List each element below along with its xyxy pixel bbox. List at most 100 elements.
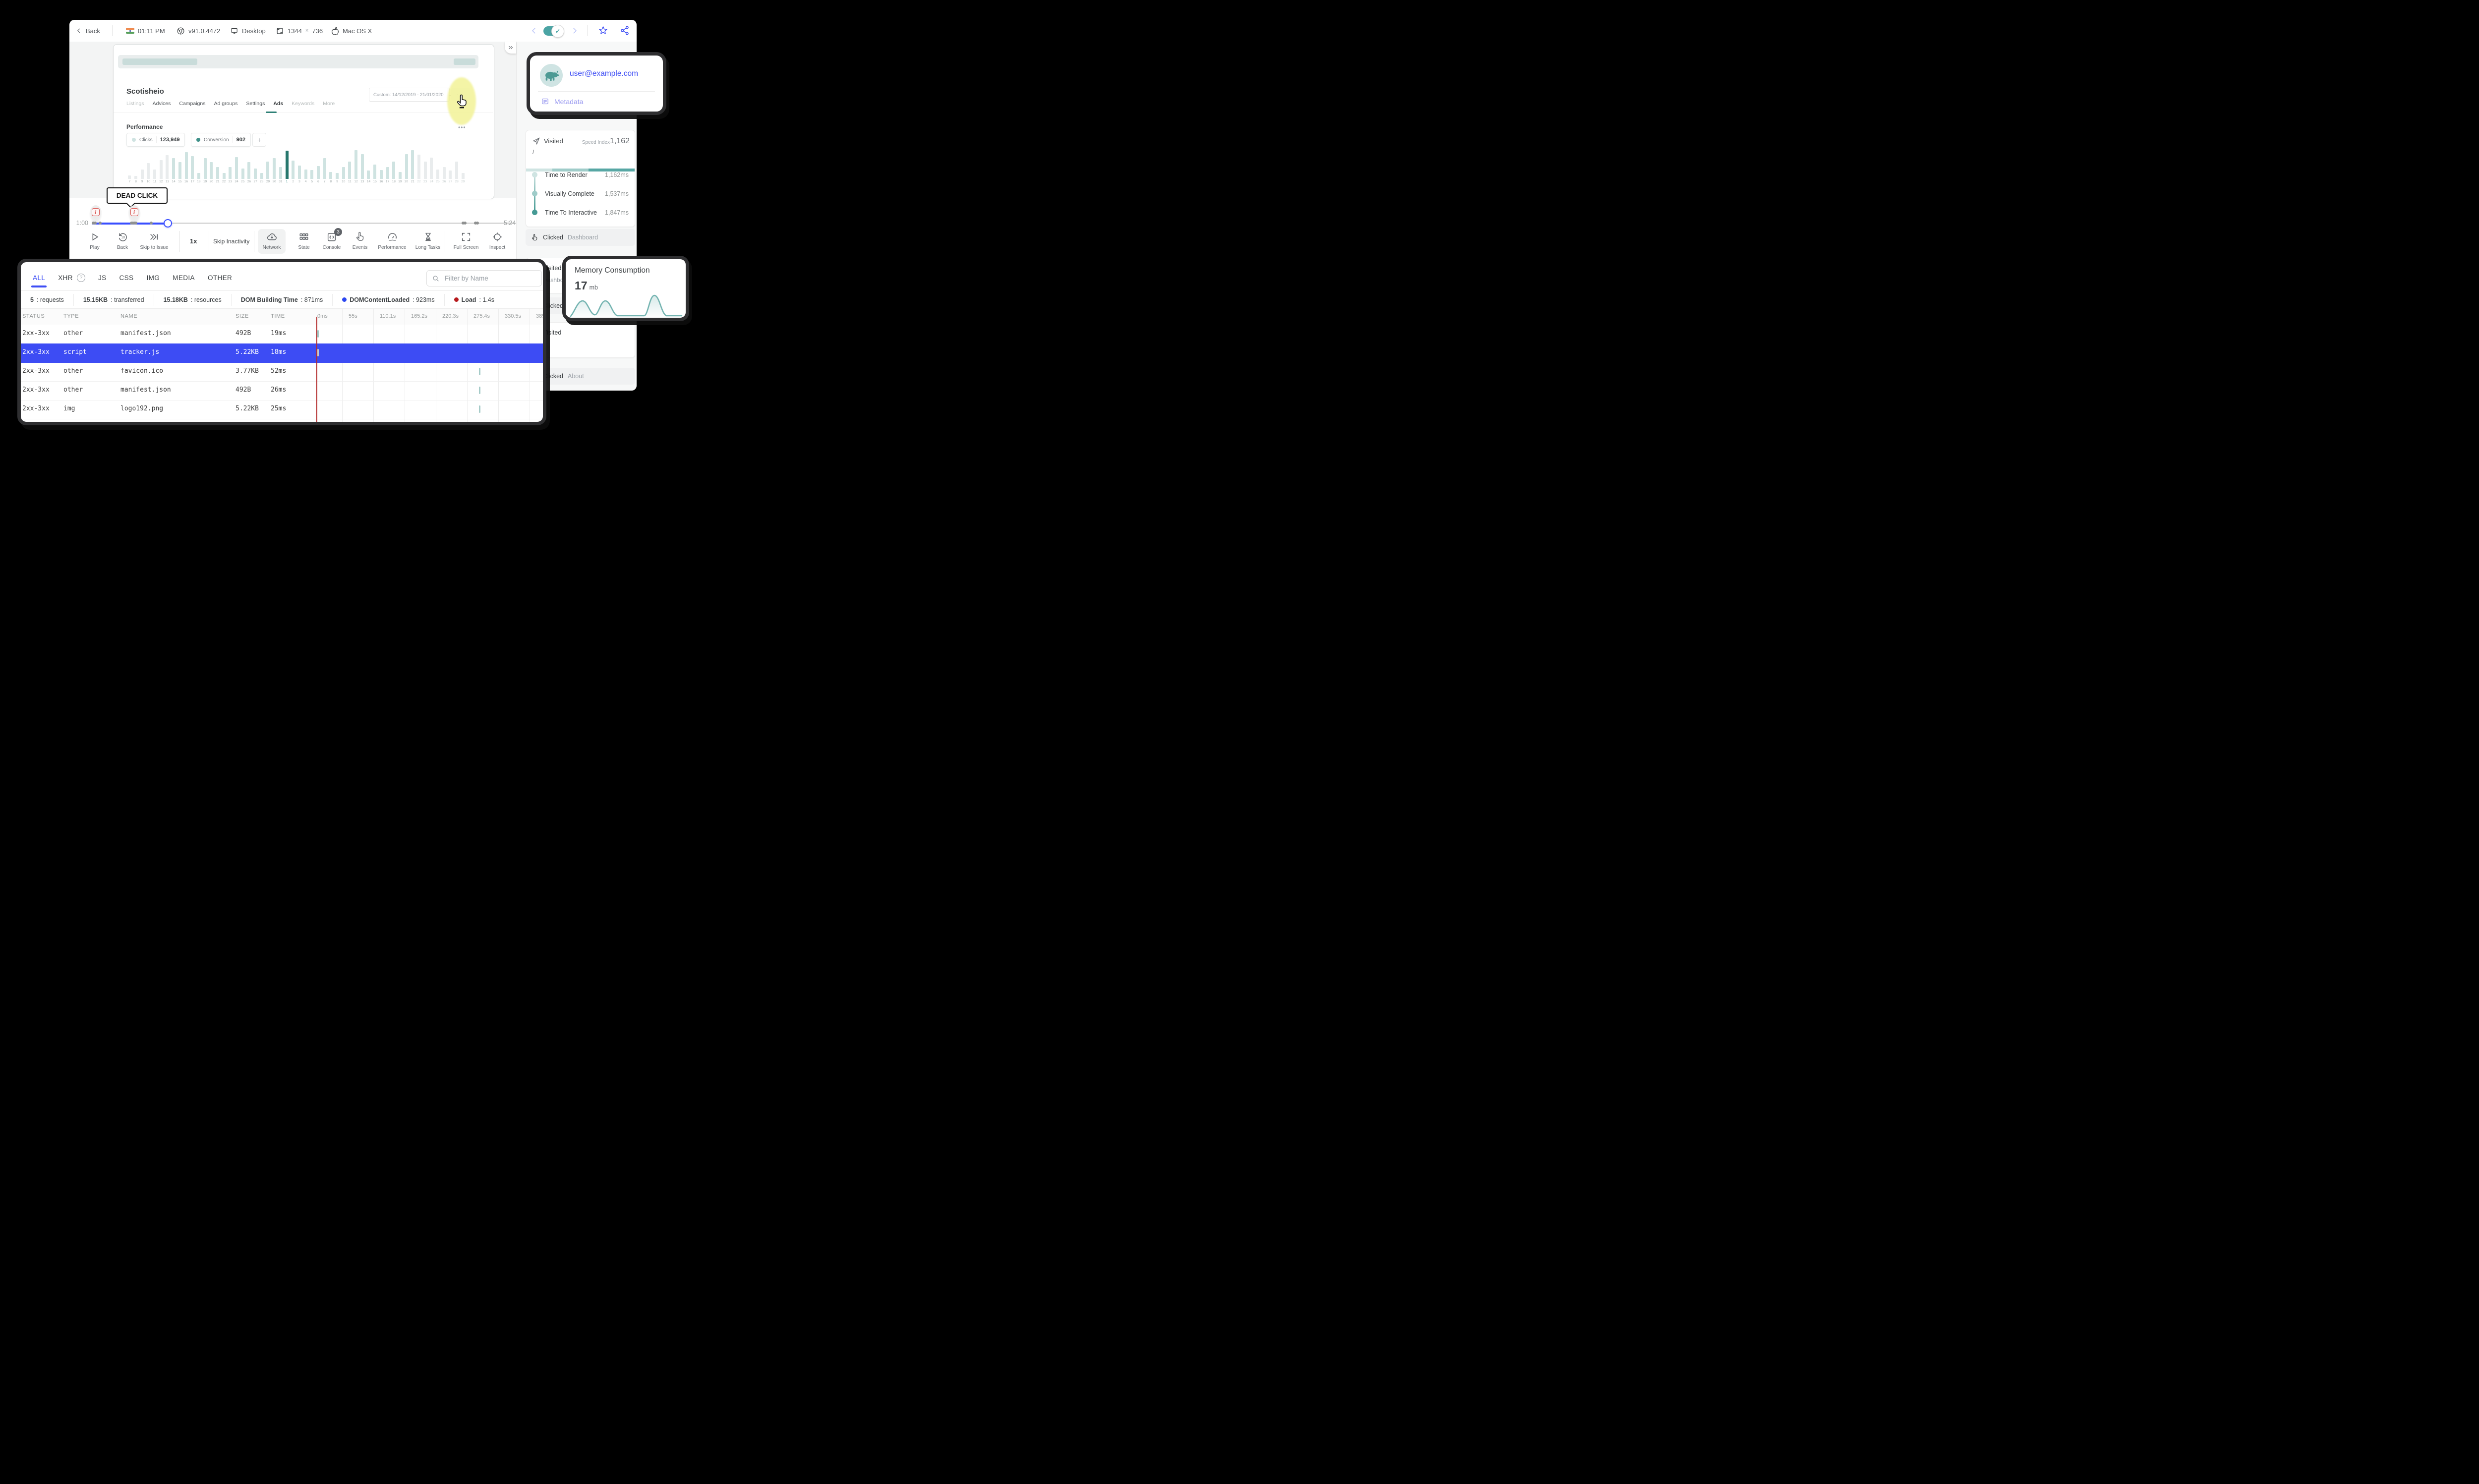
network-panel-button[interactable]: Network [257, 231, 286, 250]
date-range-select[interactable]: Custom: 14/12/2019 - 21/01/2020 ⌄ [369, 88, 452, 102]
add-kpi-button[interactable]: + [252, 133, 266, 147]
column-header-type[interactable]: TYPE [63, 313, 79, 319]
waterfall-tick [317, 349, 319, 356]
network-tab-css[interactable]: CSS [119, 274, 134, 282]
inspect-button[interactable]: Inspect [483, 231, 512, 250]
table-row[interactable]: 2xx-3xx script tracker.js 5.22KB 18ms [21, 343, 543, 363]
share-button[interactable] [620, 25, 630, 36]
cell-name: manifest.json [120, 386, 171, 394]
site-active-tab-indicator [266, 112, 277, 113]
skip-inactivity-button[interactable]: Skip Inactivity [213, 238, 249, 245]
chart-bar [134, 176, 138, 179]
favorite-star-button[interactable] [598, 25, 608, 36]
chart-bar [348, 162, 352, 179]
cell-status: 2xx-3xx [22, 386, 50, 394]
site-tab-advices[interactable]: Advices [153, 101, 171, 107]
kpi-conversion[interactable]: Conversion 902 [191, 133, 251, 147]
performance-section-title: Performance [126, 123, 163, 130]
xhr-help-icon[interactable]: ? [76, 273, 85, 282]
event-clicked-dashboard[interactable]: Clicked Dashboard [526, 229, 635, 246]
metric-visually-complete: Visually Complete 1,537ms [545, 190, 629, 197]
performance-more-button[interactable]: ••• [458, 124, 466, 131]
chrome-icon [177, 27, 185, 35]
toggle-check-icon: ✓ [551, 25, 564, 38]
rewind-icon: 10 [118, 233, 127, 241]
network-tab-all[interactable]: ALL [31, 274, 47, 287]
network-table-header: STATUS TYPE NAME SIZE TIME 0ms 55s 110.1s 165.2s… [21, 309, 543, 325]
site-tab-listings[interactable]: Listings [126, 101, 144, 107]
time-axis-tick: 385.6 [536, 313, 545, 319]
speed-button[interactable]: 1x [190, 237, 197, 245]
chart-bar [178, 162, 181, 179]
network-tab-js[interactable]: JS [98, 274, 107, 282]
network-tab-xhr[interactable]: XHR [58, 274, 73, 282]
svg-text:10: 10 [121, 236, 125, 239]
chart-bar [423, 162, 427, 179]
network-summary-item: DOM Building Time: 871ms [232, 293, 333, 306]
column-header-time[interactable]: TIME [271, 313, 285, 319]
network-summary-item: Load: 1.4s [445, 294, 504, 306]
long-tasks-panel-button[interactable]: Long Tasks [413, 231, 442, 250]
timeline-event-dot[interactable] [464, 222, 467, 225]
network-tab-img[interactable]: IMG [146, 274, 160, 282]
collapse-panel-button[interactable] [505, 42, 516, 54]
site-tab-settings[interactable]: Settings [246, 101, 265, 107]
site-nav-tabs: Listings Advices Campaigns Ad groups Setting… [126, 101, 335, 107]
column-header-name[interactable]: NAME [120, 313, 137, 319]
timeline-event-dot[interactable] [150, 222, 153, 225]
kpi-clicks[interactable]: Clicks 123,949 [126, 133, 185, 147]
apple-icon [331, 26, 339, 35]
info-icon: i [91, 208, 100, 216]
performance-panel-button[interactable]: Performance [378, 231, 407, 250]
network-tab-media[interactable]: MEDIA [173, 274, 195, 282]
chart-bar [229, 167, 232, 179]
hand-pointer-icon [356, 231, 363, 241]
timeline-event-dot[interactable] [94, 222, 97, 225]
play-button[interactable]: Play [80, 231, 109, 250]
screen-size-icon [276, 27, 284, 35]
table-row[interactable]: 2xx-3xx other manifest.json 492B 19ms [21, 325, 543, 344]
timeline-event-dot[interactable] [476, 222, 479, 225]
site-tab-more[interactable]: More [323, 101, 335, 107]
prev-session-button[interactable] [530, 26, 538, 36]
user-email[interactable]: user@example.com [570, 69, 638, 78]
full-screen-button[interactable]: Full Screen [452, 231, 480, 250]
network-search-box[interactable] [426, 270, 542, 286]
hand-pointer-icon [532, 233, 537, 240]
state-panel-button[interactable]: State [290, 231, 318, 250]
site-tab-ads[interactable]: Ads [273, 101, 283, 107]
fullscreen-icon [462, 232, 471, 241]
column-header-size[interactable]: SIZE [236, 313, 249, 319]
autoplay-toggle[interactable]: ✓ [543, 25, 564, 38]
cell-type: script [63, 348, 87, 356]
site-tab-keywords[interactable]: Keywords [292, 101, 314, 107]
timeline-playhead[interactable] [164, 219, 172, 228]
hourglass-icon [425, 232, 431, 241]
site-tab-ad-groups[interactable]: Ad groups [214, 101, 238, 107]
cell-type: img [63, 405, 75, 412]
chart-bar [373, 165, 377, 179]
column-header-status[interactable]: STATUS [22, 313, 45, 319]
time-axis-tick: 330.5s [505, 313, 522, 319]
skip-to-issue-button[interactable]: Skip to Issue [140, 231, 169, 250]
table-row[interactable]: 2xx-3xx other manifest.json 492B 26ms [21, 381, 543, 400]
filter-by-name-input[interactable] [444, 274, 536, 283]
back-10s-button[interactable]: 10 Back [108, 231, 137, 250]
waterfall-tick [317, 330, 319, 338]
table-row[interactable]: 2xx-3xx other favicon.ico 3.77KB 52ms [21, 362, 543, 382]
timeline-event-dot[interactable] [99, 222, 102, 225]
site-tab-campaigns[interactable]: Campaigns [179, 101, 205, 107]
metadata-button[interactable]: Metadata [541, 97, 583, 106]
console-panel-button[interactable]: 3 Console [317, 228, 346, 250]
gauge-icon [388, 233, 397, 241]
next-session-button[interactable] [570, 26, 579, 36]
network-tab-other[interactable]: OTHER [208, 274, 232, 282]
conversion-dot-icon [196, 138, 200, 142]
table-row[interactable]: 2xx-3xx img logo192.png 5.22KB 25ms [21, 400, 543, 419]
network-summary-item: DOMContentLoaded: 923ms [333, 293, 445, 306]
back-button[interactable]: Back [75, 20, 100, 42]
visited-event-card[interactable]: Visited Speed Index 1,162 / Time to Rend… [526, 130, 635, 227]
events-panel-button[interactable]: Events [346, 231, 374, 250]
cell-status: 2xx-3xx [22, 330, 50, 337]
timeline-event-dot[interactable] [134, 222, 137, 225]
